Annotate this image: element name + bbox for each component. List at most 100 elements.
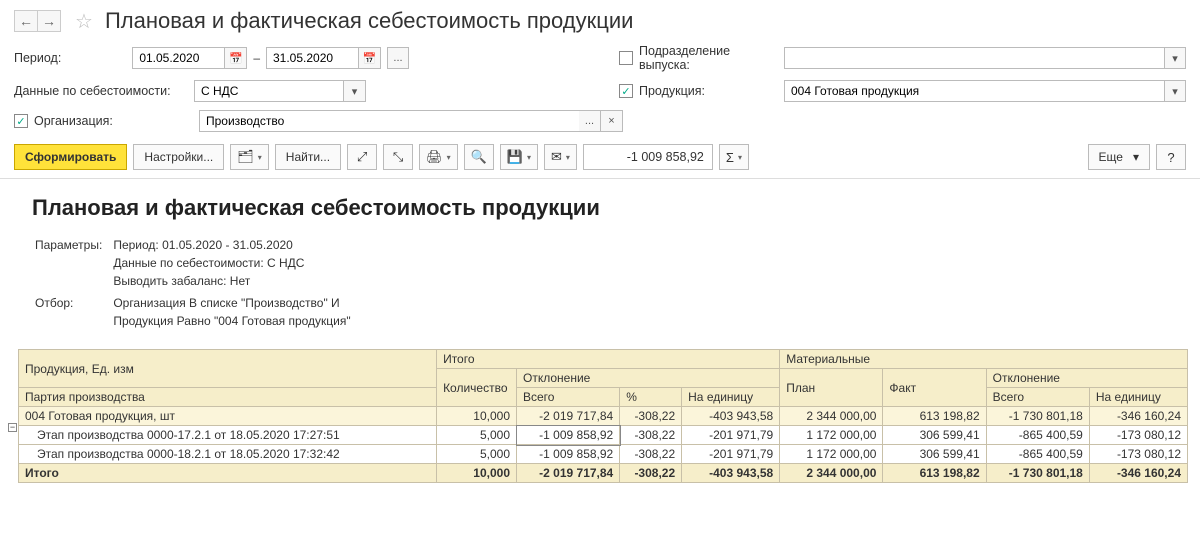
- cell-dev-unit: -403 943,58: [682, 407, 780, 426]
- col-qty: Количество: [437, 369, 517, 407]
- cell-plan: 2 344 000,00: [780, 464, 883, 483]
- cell-label: Итого: [19, 464, 437, 483]
- table-row[interactable]: Этап производства 0000-18.2.1 от 18.05.2…: [19, 445, 1188, 464]
- cell-plan: 1 172 000,00: [780, 426, 883, 445]
- col-mat-group: Материальные: [780, 350, 1188, 369]
- cell-mdev-unit: -346 160,24: [1089, 464, 1187, 483]
- col-fact: Факт: [883, 369, 986, 407]
- selected-value-readout: -1 009 858,92: [583, 144, 713, 170]
- param-line: Выводить забаланс: Нет: [113, 272, 350, 290]
- report-table: Продукция, Ед. изм Итого Материальные Ко…: [18, 349, 1188, 483]
- unit-dropdown-icon[interactable]: ▾: [1164, 47, 1186, 69]
- cost-dropdown-icon[interactable]: ▾: [344, 80, 366, 102]
- cell-qty: 10,000: [437, 407, 517, 426]
- cell-dev-all: -2 019 717,84: [517, 407, 620, 426]
- org-label: Организация:: [14, 114, 199, 128]
- favorite-star-icon[interactable]: ☆: [75, 9, 93, 34]
- print-button[interactable]: 🖨▾: [419, 144, 458, 170]
- nav-forward-button[interactable]: →: [37, 10, 61, 32]
- filter-label: Отбор:: [34, 293, 110, 331]
- unit-input[interactable]: [784, 47, 1164, 69]
- save-button[interactable]: 💾▾: [500, 144, 538, 170]
- col-total-group: Итого: [437, 350, 780, 369]
- cell-mdev-all: -865 400,59: [986, 426, 1089, 445]
- unit-checkbox[interactable]: [619, 51, 633, 65]
- date-to-input[interactable]: [266, 47, 359, 69]
- preview-button[interactable]: 🔍: [464, 144, 494, 170]
- table-row-total[interactable]: Итого 10,000 -2 019 717,84 -308,22 -403 …: [19, 464, 1188, 483]
- org-picker-button[interactable]: ...: [579, 110, 601, 132]
- date-from-input[interactable]: [132, 47, 225, 69]
- params-label: Параметры:: [34, 235, 110, 291]
- help-button[interactable]: ?: [1156, 144, 1186, 170]
- report-params: Параметры: Период: 01.05.2020 - 31.05.20…: [32, 233, 1186, 333]
- cell-dev-unit: -403 943,58: [682, 464, 780, 483]
- cell-mdev-unit: -173 080,12: [1089, 445, 1187, 464]
- cell-dev-unit: -201 971,79: [682, 426, 780, 445]
- col-dev-group: Отклонение: [517, 369, 780, 388]
- cost-label: Данные по себестоимости:: [14, 84, 194, 98]
- product-input[interactable]: [784, 80, 1164, 102]
- col-mdev-all: Всего: [986, 388, 1089, 407]
- cell-mdev-all: -1 730 801,18: [986, 464, 1089, 483]
- product-dropdown-icon[interactable]: ▾: [1164, 80, 1186, 102]
- unit-label-text: Подразделение выпуска:: [639, 44, 784, 72]
- col-mat-dev-group: Отклонение: [986, 369, 1187, 388]
- col-batch: Партия производства: [19, 388, 437, 407]
- nav-back-button[interactable]: ←: [14, 10, 38, 32]
- org-clear-button[interactable]: ×: [601, 110, 623, 132]
- filter-line: Организация В списке "Производство" И: [113, 294, 350, 312]
- cell-mdev-unit: -346 160,24: [1089, 407, 1187, 426]
- cell-dev-pct: -308,22: [620, 445, 682, 464]
- date-from-calendar-icon[interactable]: 📅: [225, 47, 247, 69]
- col-product: Продукция, Ед. изм: [19, 350, 437, 388]
- table-row[interactable]: Этап производства 0000-17.2.1 от 18.05.2…: [19, 426, 1188, 445]
- email-button[interactable]: ✉▾: [544, 144, 577, 170]
- period-picker-button[interactable]: ...: [387, 47, 409, 69]
- cell-qty: 5,000: [437, 445, 517, 464]
- filter-line: Продукция Равно "004 Готовая продукция": [113, 312, 350, 330]
- unit-label: Подразделение выпуска:: [619, 44, 784, 72]
- cost-combo[interactable]: [194, 80, 344, 102]
- more-button[interactable]: Еще▾: [1088, 144, 1150, 170]
- cell-label: Этап производства 0000-17.2.1 от 18.05.2…: [19, 426, 437, 445]
- sum-button[interactable]: Σ▾: [719, 144, 749, 170]
- find-button[interactable]: Найти...: [275, 144, 341, 170]
- cell-fact: 613 198,82: [883, 464, 986, 483]
- cell-fact: 306 599,41: [883, 426, 986, 445]
- table-row[interactable]: 004 Готовая продукция, шт 10,000 -2 019 …: [19, 407, 1188, 426]
- report-title: Плановая и фактическая себестоимость про…: [32, 195, 1186, 221]
- product-checkbox[interactable]: [619, 84, 633, 98]
- col-dev-pct: %: [620, 388, 682, 407]
- col-dev-unit: На единицу: [682, 388, 780, 407]
- cell-label: Этап производства 0000-18.2.1 от 18.05.2…: [19, 445, 437, 464]
- org-checkbox[interactable]: [14, 114, 28, 128]
- col-mdev-unit: На единицу: [1089, 388, 1187, 407]
- form-report-button[interactable]: Сформировать: [14, 144, 127, 170]
- variants-button[interactable]: 🗂▾: [230, 144, 269, 170]
- cell-plan: 2 344 000,00: [780, 407, 883, 426]
- param-line: Данные по себестоимости: С НДС: [113, 254, 350, 272]
- cell-dev-all: -1 009 858,92: [517, 445, 620, 464]
- cell-dev-all: -1 009 858,92: [517, 426, 620, 445]
- cell-qty: 5,000: [437, 426, 517, 445]
- product-label: Продукция:: [619, 84, 784, 98]
- cell-fact: 613 198,82: [883, 407, 986, 426]
- param-line: Период: 01.05.2020 - 31.05.2020: [113, 236, 350, 254]
- col-dev-all: Всего: [517, 388, 620, 407]
- cell-dev-pct: -308,22: [620, 407, 682, 426]
- cell-plan: 1 172 000,00: [780, 445, 883, 464]
- date-dash: –: [253, 51, 260, 65]
- cell-dev-all: -2 019 717,84: [517, 464, 620, 483]
- collapse-all-button[interactable]: ⤡: [383, 144, 413, 170]
- org-input[interactable]: [199, 110, 579, 132]
- product-label-text: Продукция:: [639, 84, 705, 98]
- cell-fact: 306 599,41: [883, 445, 986, 464]
- collapse-toggle[interactable]: −: [8, 423, 17, 432]
- org-label-text: Организация:: [34, 114, 113, 128]
- settings-button[interactable]: Настройки...: [133, 144, 224, 170]
- expand-all-button[interactable]: ⤢: [347, 144, 377, 170]
- cell-qty: 10,000: [437, 464, 517, 483]
- date-to-calendar-icon[interactable]: 📅: [359, 47, 381, 69]
- cell-dev-pct: -308,22: [620, 464, 682, 483]
